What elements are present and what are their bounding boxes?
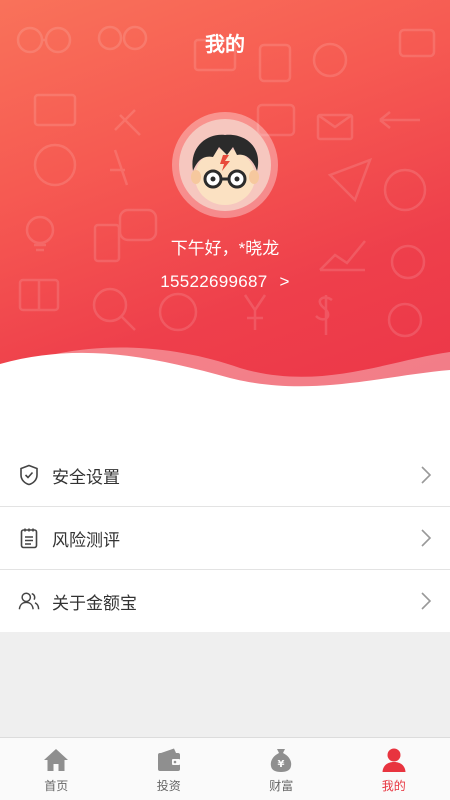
header-wave — [0, 347, 450, 400]
tab-label: 投资 — [156, 779, 181, 793]
money-bag-icon: ¥ — [271, 749, 292, 772]
tab-home[interactable]: 首页 — [0, 738, 113, 800]
user-icon — [382, 748, 406, 772]
greeting-text: 下午好，*晓龙 — [170, 239, 280, 258]
bottom-tab-bar: 首页 投资 ¥ 财富 我的 — [0, 737, 450, 800]
menu-item-label: 安全设置 — [52, 467, 120, 487]
menu-item-label: 关于金额宝 — [52, 593, 137, 613]
spacer — [0, 400, 450, 444]
tab-label: 财富 — [269, 779, 294, 793]
chevron-right-icon — [421, 466, 432, 484]
wallet-icon — [157, 748, 180, 771]
menu-item-label: 风险测评 — [52, 530, 120, 550]
settings-menu: 安全设置 风险测评 关于金额宝 — [0, 444, 450, 632]
tab-mine[interactable]: 我的 — [338, 738, 450, 800]
shield-check-icon — [18, 464, 40, 486]
tab-invest[interactable]: 投资 — [113, 738, 226, 800]
account-phone-link[interactable]: 15522699687 > — [0, 272, 450, 292]
home-icon — [44, 749, 69, 771]
menu-item-security[interactable]: 安全设置 — [0, 444, 450, 507]
tab-label: 我的 — [381, 779, 406, 793]
chevron-right-icon — [421, 529, 432, 547]
page-title: 我的 — [205, 34, 245, 56]
chevron-right-icon: > — [279, 272, 290, 291]
boy-avatar-icon — [191, 134, 259, 205]
phone-number: 15522699687 — [160, 272, 268, 291]
svg-text:¥: ¥ — [278, 759, 285, 770]
tab-wealth[interactable]: ¥ 财富 — [225, 738, 338, 800]
avatar-image — [179, 119, 271, 211]
profile-header: 我的 下午好，*晓龙 15522699687 > — [0, 0, 450, 400]
menu-item-risk-assessment[interactable]: 风险测评 — [0, 507, 450, 570]
clipboard-list-icon — [18, 527, 40, 549]
users-icon — [18, 590, 40, 612]
tab-label: 首页 — [44, 779, 69, 793]
avatar[interactable] — [172, 112, 278, 218]
chevron-right-icon — [421, 592, 432, 610]
menu-item-about[interactable]: 关于金额宝 — [0, 570, 450, 632]
